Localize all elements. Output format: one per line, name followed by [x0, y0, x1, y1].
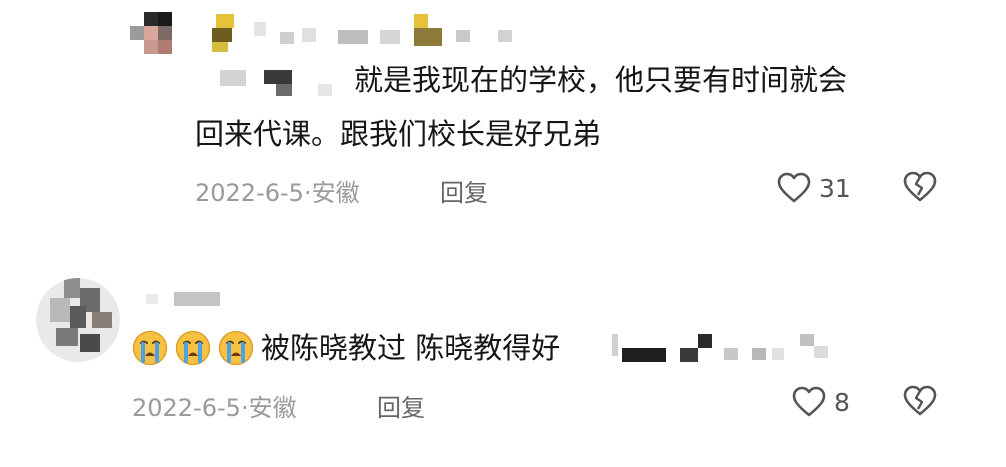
comment-meta: 2022-6-5·安徽: [195, 173, 360, 208]
mention-redacted[interactable]: [218, 64, 338, 104]
username-redacted[interactable]: [202, 12, 522, 54]
heart-outline-icon: [792, 386, 826, 418]
comment-body: 被陈晓教过 陈晓教得好: [132, 328, 560, 368]
dislike-button[interactable]: [903, 171, 937, 203]
crying-face-emoji: [175, 330, 211, 366]
comment-location: 安徽: [311, 179, 360, 207]
avatar[interactable]: [130, 12, 178, 60]
crying-face-emoji: [132, 330, 168, 366]
broken-heart-icon: [903, 171, 937, 203]
comment-date: 2022-6-5: [195, 179, 304, 207]
comment-date: 2022-6-5: [132, 394, 241, 422]
heart-outline-icon: [777, 172, 811, 204]
avatar[interactable]: [36, 278, 120, 362]
comment-text-line1: 就是我现在的学校，他只要有时间就会: [354, 63, 848, 97]
broken-heart-icon: [903, 385, 937, 417]
reply-button[interactable]: 回复: [377, 388, 425, 423]
crying-face-emoji: [218, 330, 254, 366]
text-redacted: [612, 330, 842, 366]
comment-location: 安徽: [248, 394, 297, 422]
meta-separator: ·: [240, 394, 249, 422]
reply-button[interactable]: 回复: [440, 173, 488, 208]
like-button[interactable]: 8: [792, 384, 850, 420]
username-redacted[interactable]: [146, 290, 226, 310]
comment-text: 被陈晓教过 陈晓教得好: [261, 331, 561, 365]
comment-text-line2: 回来代课。跟我们校长是好兄弟: [195, 117, 602, 151]
dislike-button[interactable]: [903, 385, 937, 417]
like-button[interactable]: 31: [777, 170, 851, 206]
comment-meta: 2022-6-5·安徽: [132, 388, 297, 423]
like-count: 31: [819, 173, 851, 203]
meta-separator: ·: [303, 179, 312, 207]
like-count: 8: [834, 387, 850, 417]
